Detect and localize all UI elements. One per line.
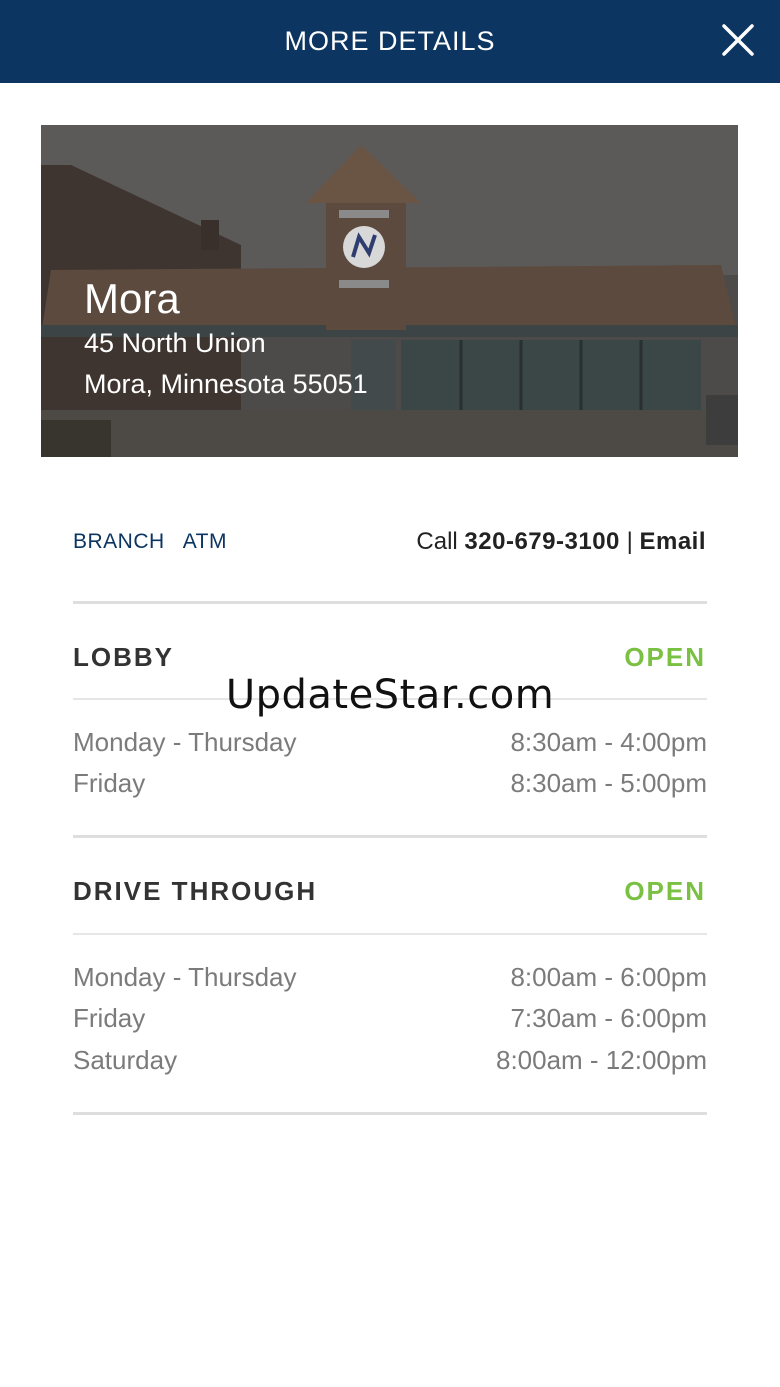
phone-link[interactable]: 320-679-3100 [464,528,619,555]
email-link[interactable]: Email [639,528,706,555]
address-line-1: 45 North Union [84,328,266,358]
call-label: Call [416,528,458,555]
contact-separator: | [626,528,633,555]
hours-time: 8:00am - 6:00pm [510,962,707,992]
branch-name: Mora [84,275,180,322]
hours-row: Friday 7:30am - 6:00pm [73,1003,707,1034]
tab-atm[interactable]: ATM [183,530,227,553]
hours-row: Monday - Thursday 8:30am - 4:00pm [73,727,707,758]
location-type-tabs: BRANCH ATM [73,530,245,554]
hours-row: Monday - Thursday 8:00am - 6:00pm [73,962,707,993]
branch-photo: Mora 45 North Union Mora, Minnesota 5505… [41,125,738,457]
top-bar: MORE DETAILS [0,0,780,83]
hours-time: 8:30am - 5:00pm [510,768,707,798]
hours-time: 8:30am - 4:00pm [510,727,707,757]
contact-info: Call 320-679-3100 | Email [416,528,706,556]
hours-days: Monday - Thursday [73,727,297,757]
hours-time: 8:00am - 12:00pm [495,1045,707,1075]
drive-through-status-badge: OPEN [624,876,706,906]
hours-days: Monday - Thursday [73,962,297,992]
close-icon[interactable] [720,22,756,58]
hours-days: Friday [73,1003,146,1033]
divider [73,835,707,838]
divider [73,933,707,935]
divider [73,1112,707,1115]
drive-through-title: DRIVE THROUGH [73,876,318,906]
hours-days: Friday [73,768,146,798]
hours-time: 7:30am - 6:00pm [510,1003,707,1033]
hours-row: Saturday 8:00am - 12:00pm [73,1045,707,1076]
lobby-status-badge: OPEN [624,642,706,672]
divider [73,601,707,604]
page-title: MORE DETAILS [284,26,496,56]
lobby-title: LOBBY [73,642,174,672]
tab-branch[interactable]: BRANCH [73,530,165,553]
address-line-2: Mora, Minnesota 55051 [84,369,368,399]
hours-row: Friday 8:30am - 5:00pm [73,768,707,799]
watermark: UpdateStar.com [225,672,555,718]
hours-days: Saturday [73,1045,178,1075]
